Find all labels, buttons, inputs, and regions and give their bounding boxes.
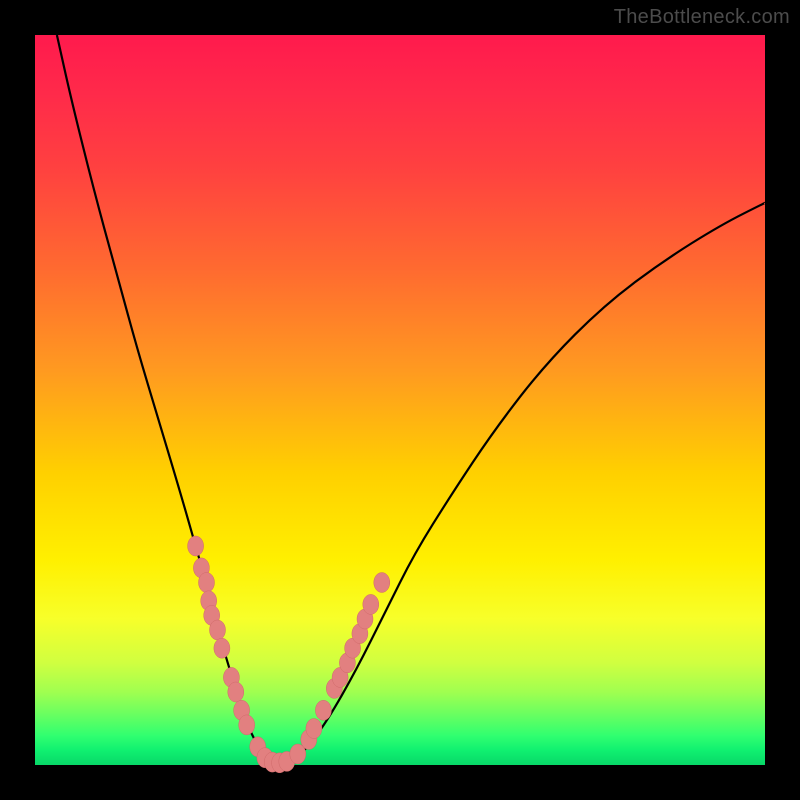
watermark-label: TheBottleneck.com [614, 6, 790, 29]
overlay-dot [228, 682, 244, 702]
overlay-dot [188, 536, 204, 556]
overlay-dot [199, 573, 215, 593]
curve-layer [35, 35, 765, 765]
chart-frame: TheBottleneck.com [0, 0, 800, 800]
overlay-dots-group [188, 536, 390, 773]
overlay-dot [374, 573, 390, 593]
overlay-dot [210, 620, 226, 640]
overlay-dot [315, 700, 331, 720]
overlay-dot [306, 719, 322, 739]
overlay-dot [214, 638, 230, 658]
overlay-dot [239, 715, 255, 735]
overlay-dot [363, 594, 379, 614]
plot-area [35, 35, 765, 765]
bottleneck-curve [57, 35, 765, 762]
